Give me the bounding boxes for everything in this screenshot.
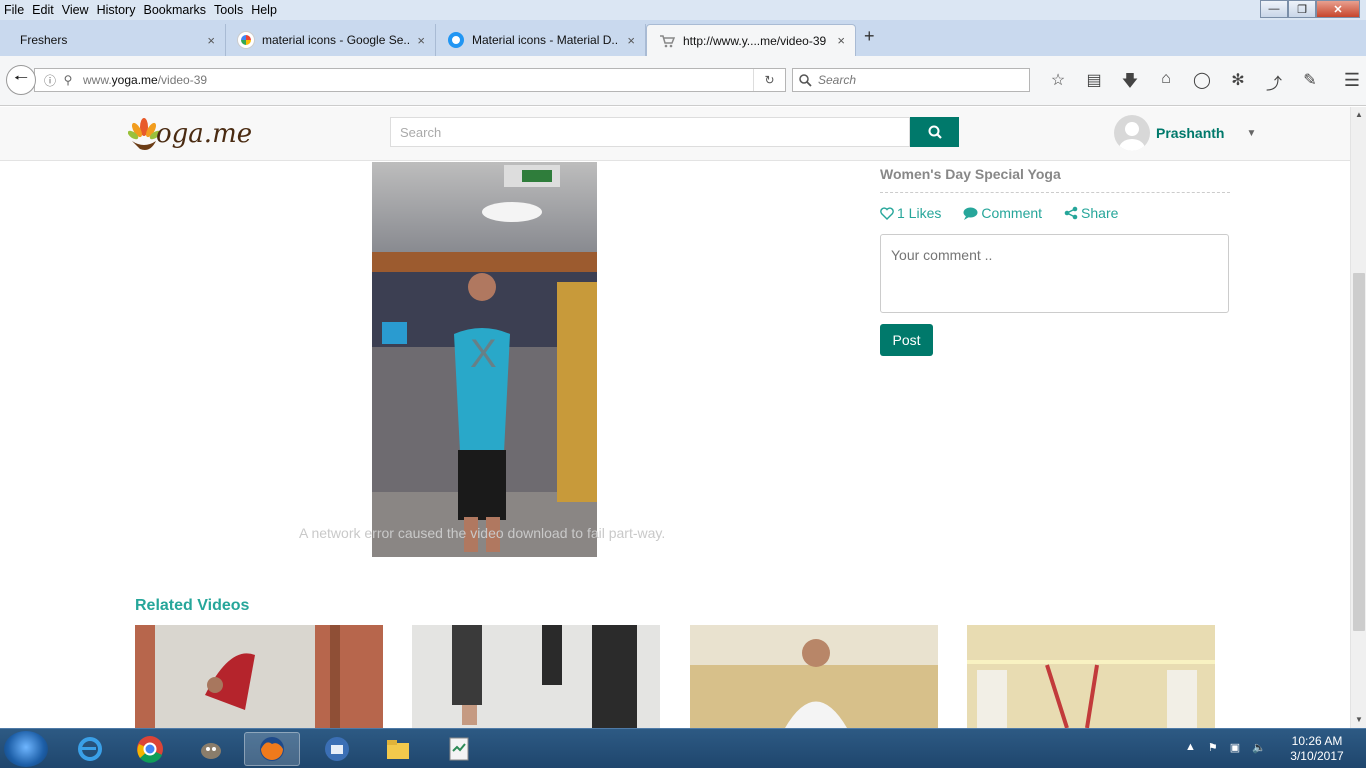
gimp-icon[interactable] [183, 732, 239, 766]
close-tab-icon[interactable]: × [417, 33, 425, 48]
tab-strip: Freshers × material icons - Google Se...… [0, 20, 1366, 56]
thunderbird-icon[interactable] [309, 732, 365, 766]
url-bar[interactable]: ⓘ ⚲ www.yoga.me/video-39 ↻ [34, 68, 786, 92]
menu-help[interactable]: Help [247, 3, 281, 17]
post-button[interactable]: Post [880, 324, 933, 356]
reading-list-icon[interactable]: ▤ [1076, 70, 1112, 97]
navigation-bar: ⓘ ⚲ www.yoga.me/video-39 ↻ 🠐 Search ☆ ▤ … [0, 56, 1366, 106]
info-icon[interactable]: ⓘ [41, 72, 59, 89]
menu-history[interactable]: History [93, 3, 140, 17]
comment-button[interactable]: Comment [963, 205, 1042, 221]
tab-title: http://www.y....me/video-39 [683, 33, 827, 48]
chrome-icon[interactable] [122, 732, 178, 766]
tab-title: Material icons - Material D... [472, 33, 620, 47]
menu-tools[interactable]: Tools [210, 3, 247, 17]
scroll-down-icon[interactable]: ▼ [1351, 712, 1366, 728]
related-video-thumbnail[interactable] [135, 625, 383, 728]
scroll-up-icon[interactable]: ▲ [1351, 107, 1366, 123]
windows-taskbar: ▲ ⚑ ▣ 🔈 10:26 AM 3/10/2017 [0, 728, 1366, 768]
action-center-icon[interactable]: ⚑ [1208, 741, 1218, 754]
reload-icon[interactable]: ↻ [753, 69, 785, 91]
video-player[interactable]: X [372, 162, 597, 557]
comment-textarea[interactable] [880, 234, 1229, 313]
maximize-button[interactable]: ❐ [1288, 0, 1316, 18]
close-window-button[interactable]: ✕ [1316, 0, 1360, 18]
home-icon[interactable]: ⌂ [1148, 70, 1184, 97]
back-button[interactable]: 🠐 [6, 65, 36, 95]
hamburger-menu-icon[interactable]: ☰ [1344, 70, 1360, 91]
page-scrollbar[interactable]: ▲ ▼ [1350, 107, 1366, 728]
menu-view[interactable]: View [58, 3, 93, 17]
tab-title: Freshers [20, 33, 68, 47]
user-name: Prashanth [1156, 125, 1225, 141]
related-video-thumbnail[interactable] [690, 625, 938, 728]
menu-edit[interactable]: Edit [28, 3, 58, 17]
clock-time: 10:26 AM [1291, 734, 1343, 748]
logo-text: oga.me [156, 119, 253, 149]
search-icon [799, 73, 812, 87]
window-controls: — ❐ ✕ [1260, 0, 1360, 18]
tab-material-icons-google[interactable]: material icons - Google Se... × [226, 24, 436, 56]
video-actions: 1 Likes Comment Share [880, 205, 1140, 221]
new-tab-button[interactable]: + [864, 26, 875, 47]
close-tab-icon[interactable]: × [207, 33, 215, 48]
scrollbar-thumb[interactable] [1353, 273, 1365, 631]
user-silhouette-icon [1119, 122, 1145, 151]
internet-explorer-icon[interactable] [62, 732, 118, 766]
menu-bookmarks[interactable]: Bookmarks [139, 3, 210, 17]
notepad-icon[interactable] [431, 732, 487, 766]
network-icon[interactable]: ▣ [1230, 741, 1240, 754]
user-menu[interactable]: Prashanth ▼ [1114, 115, 1256, 151]
menu-bar: File Edit View History Bookmarks Tools H… [0, 0, 1366, 20]
start-button[interactable] [4, 731, 48, 767]
minimize-button[interactable]: — [1260, 0, 1288, 18]
related-video-thumbnail[interactable] [967, 625, 1215, 728]
system-tray: ▲ ⚑ ▣ 🔈 [1185, 741, 1278, 754]
video-error-message: A network error caused the video downloa… [299, 525, 666, 541]
bookmark-star-icon[interactable]: ☆ [1040, 70, 1076, 97]
firefox-icon[interactable] [244, 732, 300, 766]
site-header: oga.me Search Prashanth ▼ [0, 107, 1350, 161]
pocket-icon[interactable]: ◯ [1184, 70, 1220, 97]
tab-yoga-video[interactable]: http://www.y....me/video-39 × [646, 24, 856, 56]
eyedropper-icon[interactable]: ✎ [1292, 70, 1328, 97]
site-search-button[interactable] [910, 117, 959, 147]
downloads-icon[interactable]: 🡇 [1112, 70, 1148, 97]
tab-material-icons-design[interactable]: Material icons - Material D... × [436, 24, 646, 56]
share-button[interactable]: Share [1064, 205, 1118, 221]
share-icon [1064, 206, 1078, 220]
avatar [1114, 115, 1150, 151]
cart-icon [659, 33, 676, 49]
system-clock[interactable]: 10:26 AM 3/10/2017 [1282, 734, 1352, 764]
tab-freshers[interactable]: Freshers × [8, 24, 226, 56]
volume-icon[interactable]: 🔈 [1252, 741, 1266, 754]
clock-date: 3/10/2017 [1290, 749, 1344, 763]
menu-file[interactable]: File [0, 3, 28, 17]
browser-search-input[interactable]: Search [792, 68, 1030, 92]
like-button[interactable]: 1 Likes [880, 205, 941, 221]
key-icon: ⚲ [63, 73, 73, 87]
comment-icon [963, 207, 978, 220]
material-design-icon [448, 32, 464, 48]
site-search-input[interactable]: Search [390, 117, 910, 147]
tray-expand-icon[interactable]: ▲ [1185, 741, 1196, 754]
caret-down-icon: ▼ [1246, 127, 1257, 139]
close-tab-icon[interactable]: × [627, 33, 635, 48]
related-video-thumbnail[interactable] [412, 625, 660, 728]
pin-icon[interactable]: ⤴ [1256, 70, 1292, 97]
video-close-icon[interactable]: X [470, 332, 497, 377]
site-logo[interactable]: oga.me [128, 115, 252, 153]
search-icon [928, 125, 942, 139]
url-text: www.yoga.me/video-39 [83, 73, 208, 87]
file-explorer-icon[interactable] [370, 732, 426, 766]
heart-icon [880, 206, 894, 220]
tab-title: material icons - Google Se... [262, 33, 410, 47]
arrow-left-icon: 🠐 [14, 69, 28, 87]
toolbar-icons: ☆ ▤ 🡇 ⌂ ◯ ✻ ⤴ ✎ [1040, 70, 1328, 97]
close-tab-icon[interactable]: × [837, 33, 845, 48]
related-videos-heading: Related Videos [135, 597, 250, 614]
video-title: Women's Day Special Yoga [880, 166, 1230, 193]
google-icon [238, 32, 254, 48]
extension-icon[interactable]: ✻ [1220, 70, 1256, 97]
